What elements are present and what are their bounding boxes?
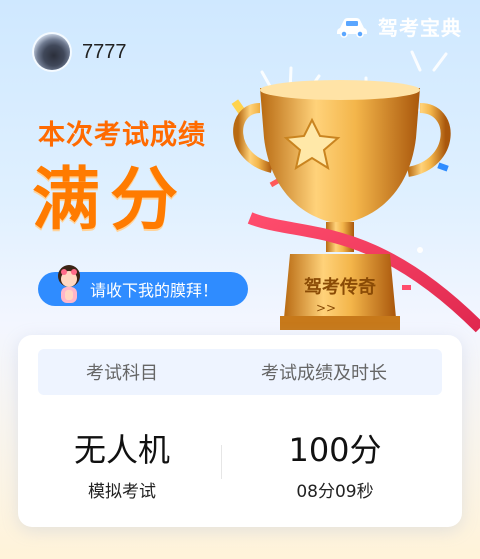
- brand-name: 驾考宝典: [378, 15, 462, 40]
- svg-text:>>: >>: [316, 301, 336, 315]
- result-card: 驾考宝典 7777 本次考试成绩 满分 请收下我的膜拜！ 驾考传奇 >> 考试科…: [0, 0, 480, 559]
- score-block: 100分 08分09秒: [228, 425, 442, 502]
- user-info: 7777: [34, 34, 127, 70]
- car-icon: [337, 18, 367, 38]
- column-divider: [221, 445, 222, 479]
- subject-type: 模拟考试: [88, 482, 156, 502]
- header-subject: 考试科目: [86, 363, 158, 384]
- subject-block: 无人机 模拟考试: [38, 425, 206, 502]
- bowing-kid-icon: [58, 265, 80, 303]
- username: 7777: [82, 40, 127, 63]
- panel-header: 考试科目 考试成绩及时长: [38, 349, 442, 395]
- trophy-icon: 驾考传奇 >>: [233, 80, 480, 333]
- subject-name: 无人机: [73, 431, 170, 469]
- avatar[interactable]: [34, 34, 70, 70]
- trophy-label: 驾考传奇: [304, 276, 376, 298]
- result-panel: 考试科目 考试成绩及时长 无人机 模拟考试 100分 08分09秒: [18, 335, 462, 527]
- praise-text: 请收下我的膜拜！: [90, 281, 219, 300]
- result-headline: 本次考试成绩: [38, 120, 206, 151]
- header-score: 考试成绩及时长: [261, 363, 387, 384]
- duration-value: 08分09秒: [296, 482, 374, 502]
- result-title: 满分: [32, 161, 189, 240]
- score-value: 100分: [288, 431, 382, 469]
- brand-logo: 驾考宝典: [334, 8, 462, 44]
